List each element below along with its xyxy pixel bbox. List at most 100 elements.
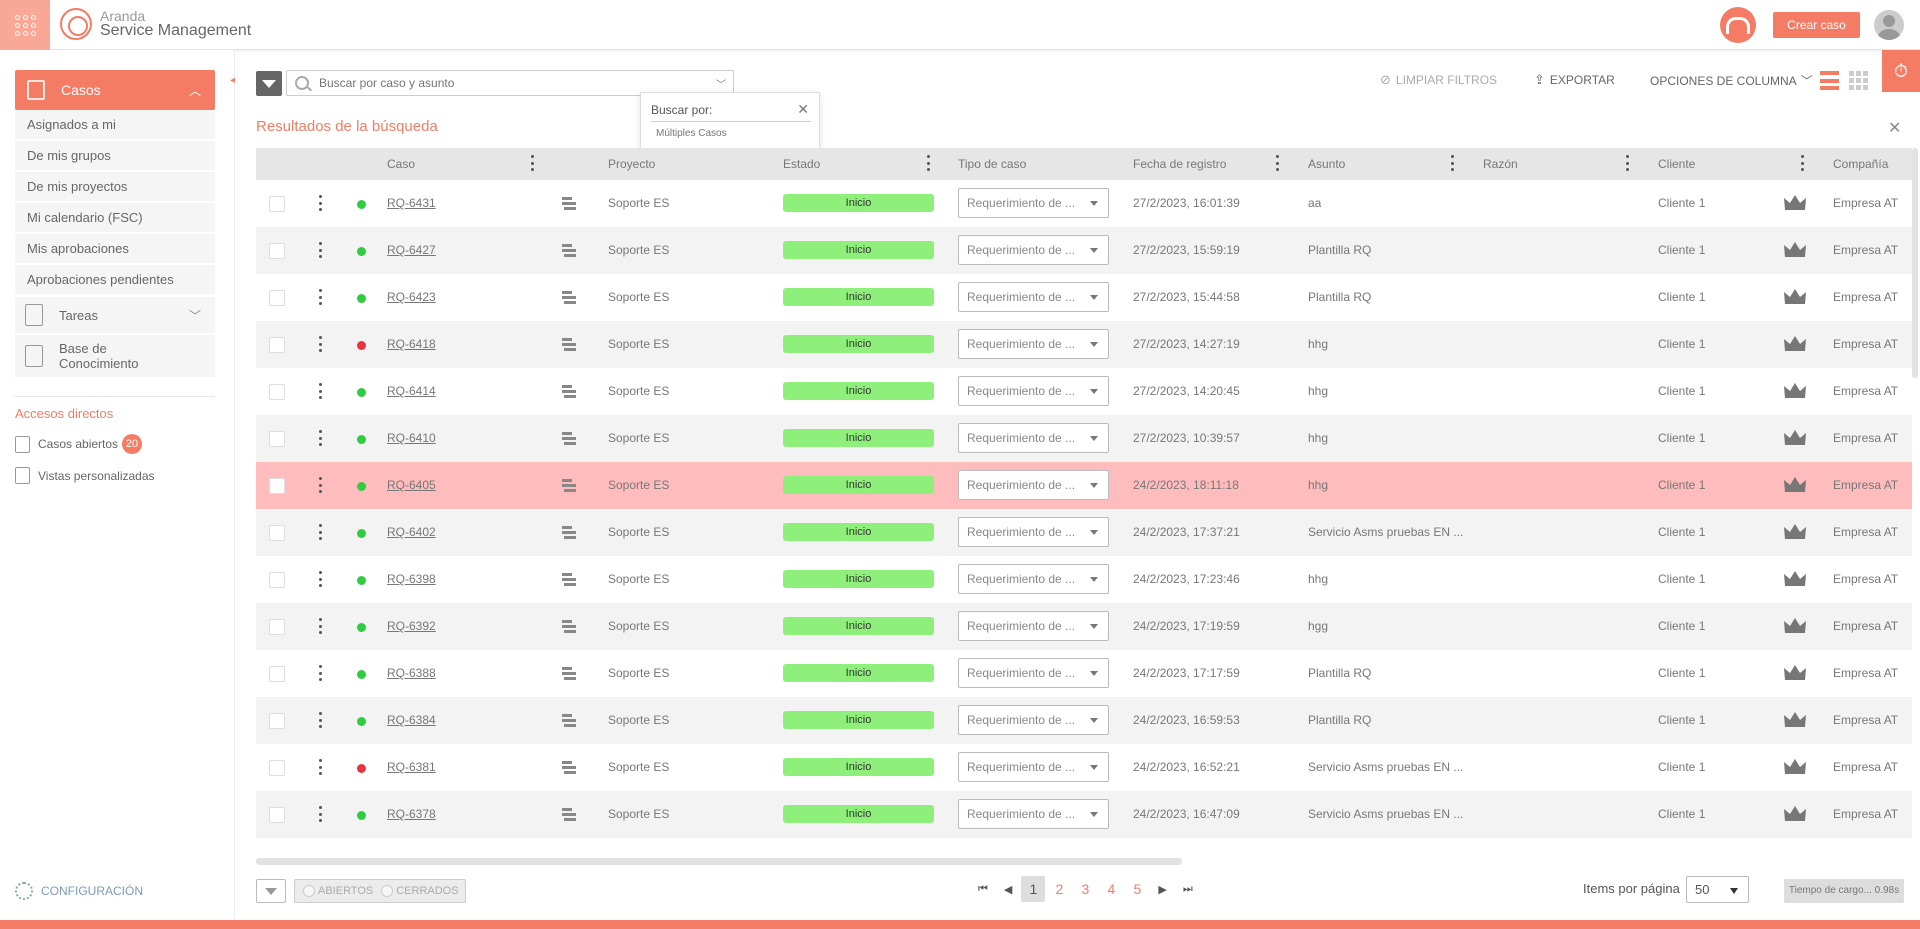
case-type-select[interactable]: Requerimiento de ... <box>958 752 1109 782</box>
case-link[interactable]: RQ-6381 <box>387 760 436 774</box>
column-header-subject[interactable]: Asunto <box>1308 157 1345 171</box>
row-menu-icon[interactable] <box>318 242 322 258</box>
row-checkbox[interactable] <box>269 243 285 259</box>
case-link[interactable]: RQ-6384 <box>387 713 436 727</box>
table-row[interactable]: RQ-6410 Soporte ES Inicio Requerimiento de … <box>256 415 1912 462</box>
create-case-button[interactable]: Crear caso <box>1773 12 1860 38</box>
row-menu-icon[interactable] <box>318 430 322 446</box>
prev-page-icon[interactable]: ◀ <box>1004 883 1012 896</box>
row-menu-icon[interactable] <box>318 336 322 352</box>
timer-icon[interactable]: ⏱ <box>1882 50 1920 92</box>
table-row[interactable]: RQ-6402 Soporte ES Inicio Requerimiento de … <box>256 509 1912 556</box>
case-type-select[interactable]: Requerimiento de ... <box>958 376 1109 406</box>
row-checkbox[interactable] <box>269 760 285 776</box>
toggle-open[interactable]: ABIERTOS <box>303 885 373 897</box>
row-menu-icon[interactable] <box>318 806 322 822</box>
column-header-company[interactable]: Compañía <box>1833 157 1888 171</box>
page-5[interactable]: 5 <box>1125 876 1149 902</box>
grid-view-icon[interactable] <box>1849 71 1868 90</box>
row-checkbox[interactable] <box>269 337 285 353</box>
list-view-icon[interactable] <box>1820 71 1839 90</box>
export-button[interactable]: ⇪ EXPORTAR <box>1534 72 1615 88</box>
case-link[interactable]: RQ-6427 <box>387 243 436 257</box>
case-link[interactable]: RQ-6398 <box>387 572 436 586</box>
case-type-select[interactable]: Requerimiento de ... <box>958 423 1109 453</box>
vertical-scrollbar[interactable] <box>1912 148 1918 378</box>
user-avatar[interactable] <box>1874 10 1904 40</box>
column-header-client[interactable]: Cliente <box>1658 157 1695 171</box>
table-row[interactable]: RQ-6378 Soporte ES Inicio Requerimiento de … <box>256 791 1912 838</box>
case-link[interactable]: RQ-6402 <box>387 525 436 539</box>
sidebar-collapse-icon[interactable]: ◂ <box>230 75 242 87</box>
column-header-reason[interactable]: Razón <box>1483 157 1518 171</box>
case-link[interactable]: RQ-6431 <box>387 196 436 210</box>
case-type-select[interactable]: Requerimiento de ... <box>958 188 1109 218</box>
row-checkbox[interactable] <box>269 807 285 823</box>
column-menu-icon[interactable] <box>1451 155 1455 171</box>
row-checkbox[interactable] <box>269 713 285 729</box>
sidebar-item-pending-approvals[interactable]: Aprobaciones pendientes <box>15 265 215 295</box>
table-row[interactable]: RQ-6414 Soporte ES Inicio Requerimiento de … <box>256 368 1912 415</box>
row-menu-icon[interactable] <box>318 712 322 728</box>
column-menu-icon[interactable] <box>1626 155 1630 171</box>
sidebar-item-approvals[interactable]: Mis aprobaciones <box>15 234 215 264</box>
case-link[interactable]: RQ-6388 <box>387 666 436 680</box>
horizontal-scrollbar[interactable] <box>256 858 1182 865</box>
column-menu-icon[interactable] <box>531 155 535 171</box>
case-type-select[interactable]: Requerimiento de ... <box>958 611 1109 641</box>
case-link[interactable]: RQ-6378 <box>387 807 436 821</box>
row-checkbox[interactable] <box>269 478 285 494</box>
shortcut-open-cases[interactable]: Casos abiertos 20 <box>15 434 143 454</box>
case-link[interactable]: RQ-6392 <box>387 619 436 633</box>
row-checkbox[interactable] <box>269 572 285 588</box>
clear-filters-button[interactable]: ⊘ LIMPIAR FILTROS <box>1380 72 1497 88</box>
row-checkbox[interactable] <box>269 666 285 682</box>
case-type-select[interactable]: Requerimiento de ... <box>958 329 1109 359</box>
case-link[interactable]: RQ-6405 <box>387 478 436 492</box>
apps-menu-button[interactable] <box>0 0 50 50</box>
sidebar-item-cases[interactable]: Casos ︿ <box>15 70 215 110</box>
row-menu-icon[interactable] <box>318 477 322 493</box>
column-header-date[interactable]: Fecha de registro <box>1133 157 1226 171</box>
case-type-select[interactable]: Requerimiento de ... <box>958 235 1109 265</box>
row-checkbox[interactable] <box>269 525 285 541</box>
sidebar-item-calendar[interactable]: Mi calendario (FSC) <box>15 203 215 233</box>
case-type-select[interactable]: Requerimiento de ... <box>958 799 1109 829</box>
page-1[interactable]: 1 <box>1021 876 1046 902</box>
table-row[interactable]: RQ-6427 Soporte ES Inicio Requerimiento de … <box>256 227 1912 274</box>
footer-filter-button[interactable] <box>256 879 286 903</box>
first-page-icon[interactable]: ⏮ <box>978 883 988 896</box>
case-type-select[interactable]: Requerimiento de ... <box>958 470 1109 500</box>
row-menu-icon[interactable] <box>318 618 322 634</box>
last-page-icon[interactable]: ⏭ <box>1183 883 1193 896</box>
row-checkbox[interactable] <box>269 290 285 306</box>
row-menu-icon[interactable] <box>318 759 322 775</box>
table-row[interactable]: RQ-6423 Soporte ES Inicio Requerimiento de … <box>256 274 1912 321</box>
search-input[interactable] <box>319 76 709 90</box>
case-type-select[interactable]: Requerimiento de ... <box>958 517 1109 547</box>
shortcut-custom-views[interactable]: Vistas personalizadas <box>15 467 155 484</box>
column-menu-icon[interactable] <box>927 155 931 171</box>
row-menu-icon[interactable] <box>318 289 322 305</box>
next-page-icon[interactable]: ▶ <box>1158 883 1166 896</box>
case-link[interactable]: RQ-6423 <box>387 290 436 304</box>
page-4[interactable]: 4 <box>1099 876 1123 902</box>
open-closed-toggle[interactable]: ABIERTOS CERRADOS <box>294 879 466 903</box>
table-row[interactable]: RQ-6431 Soporte ES Inicio Requerimiento de … <box>256 180 1912 227</box>
column-header-status[interactable]: Estado <box>783 157 820 171</box>
table-row[interactable]: RQ-6392 Soporte ES Inicio Requerimiento de … <box>256 603 1912 650</box>
sidebar-item-tasks[interactable]: Tareas ﹀ <box>15 297 215 333</box>
sidebar-item-my-projects[interactable]: De mis proyectos <box>15 172 215 202</box>
row-menu-icon[interactable] <box>318 383 322 399</box>
search-option-multiple[interactable]: Múltiples Casos <box>651 128 809 139</box>
table-row[interactable]: RQ-6381 Soporte ES Inicio Requerimiento de … <box>256 744 1912 791</box>
sidebar-item-my-groups[interactable]: De mis grupos <box>15 141 215 171</box>
case-type-select[interactable]: Requerimiento de ... <box>958 705 1109 735</box>
case-link[interactable]: RQ-6410 <box>387 431 436 445</box>
row-menu-icon[interactable] <box>318 665 322 681</box>
filter-button[interactable] <box>256 71 282 96</box>
row-menu-icon[interactable] <box>318 524 322 540</box>
configuration-link[interactable]: CONFIGURACIÓN <box>15 882 143 900</box>
close-icon[interactable]: ✕ <box>1888 118 1901 138</box>
chevron-down-icon[interactable]: ﹀ <box>709 76 733 91</box>
